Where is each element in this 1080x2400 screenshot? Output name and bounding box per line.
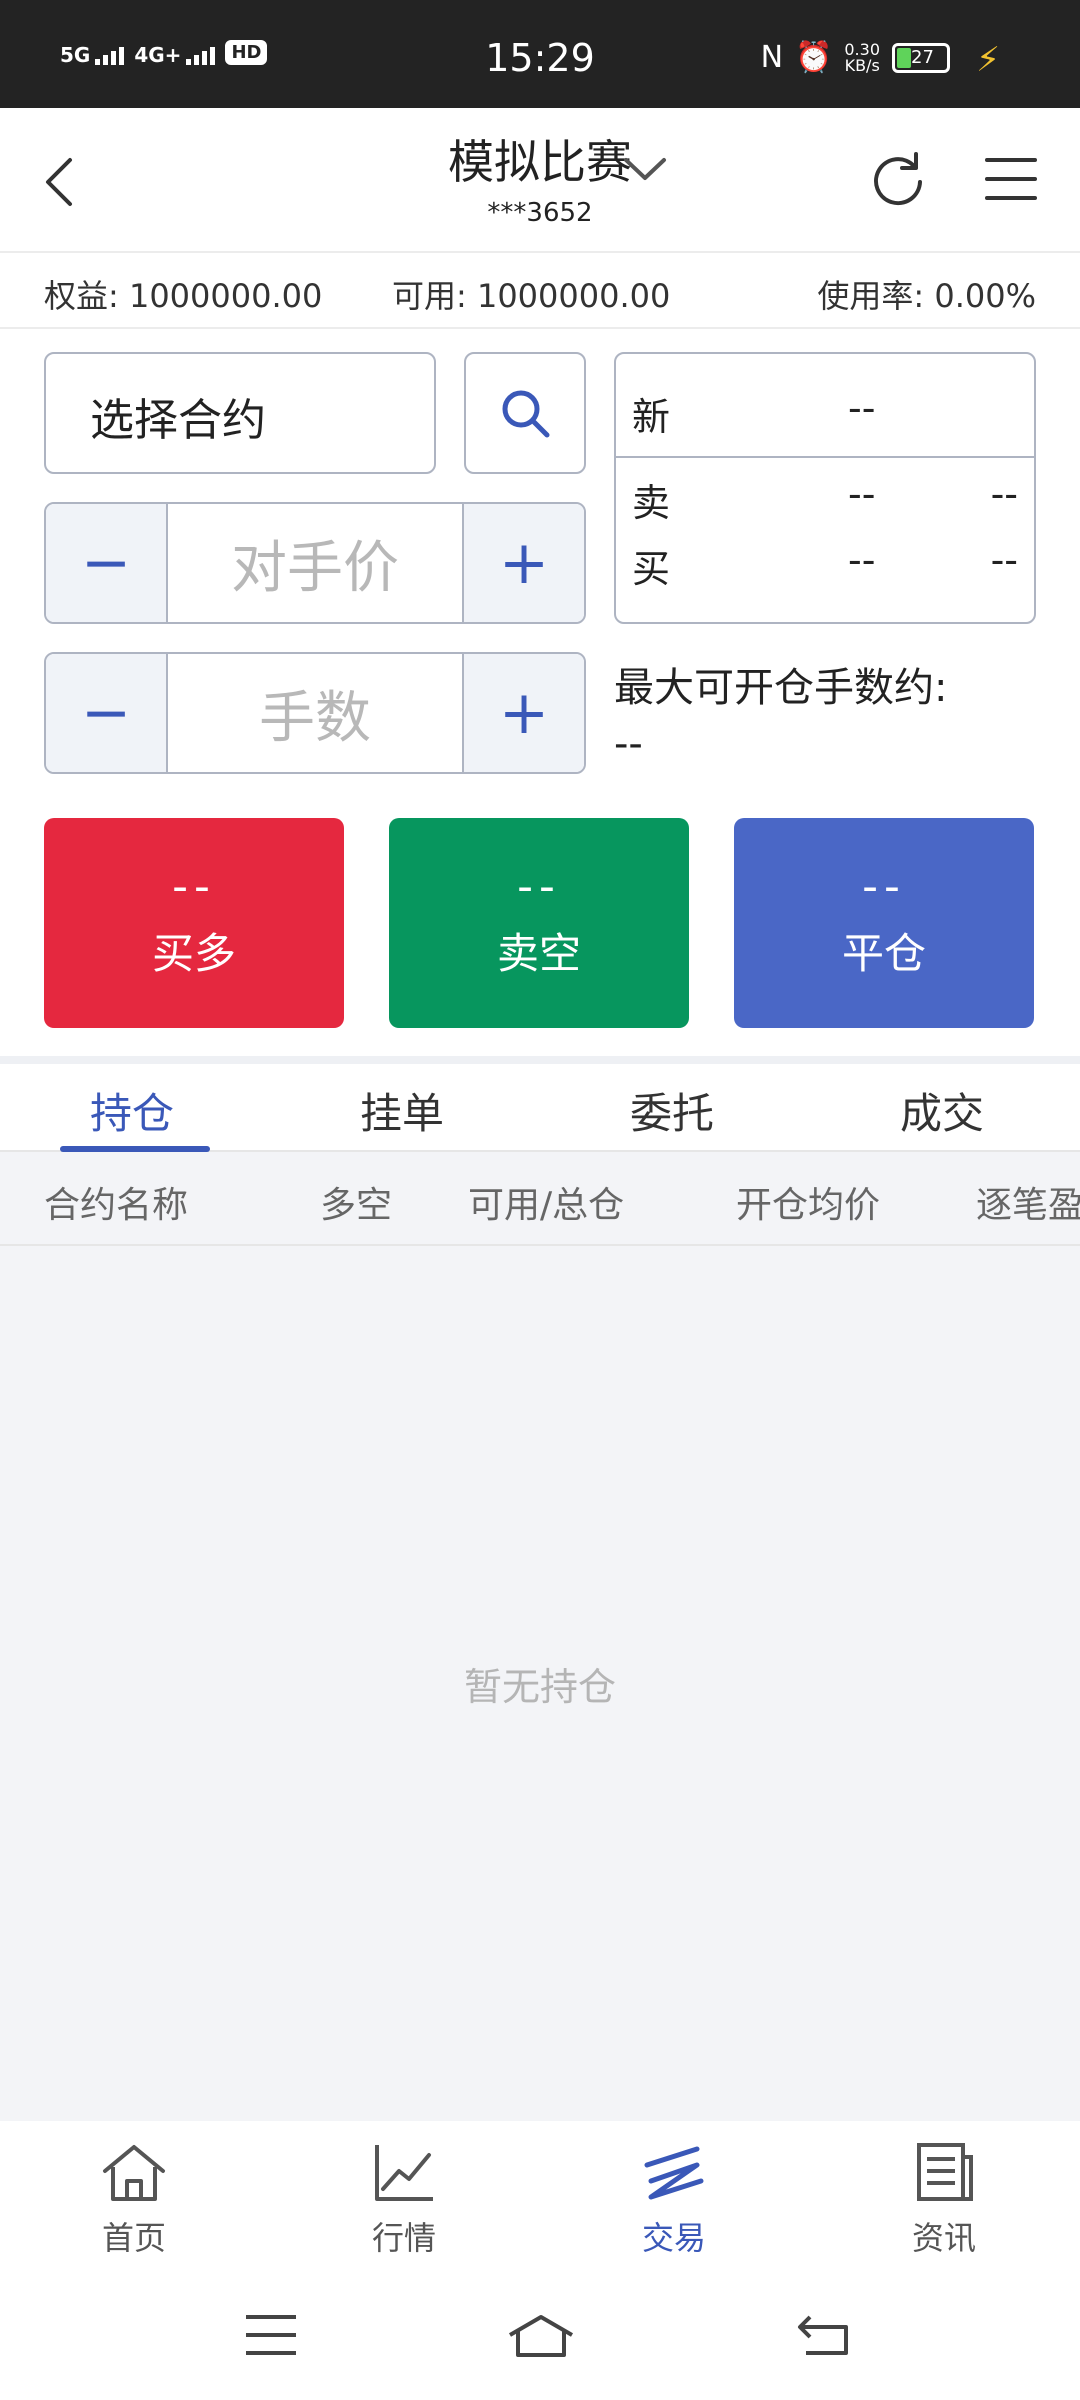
- quote-sell-price: --: [848, 472, 876, 516]
- system-navigation-bar: [0, 2283, 1080, 2400]
- account-summary: 权益: 1000000.00 可用: 1000000.00 使用率: 0.00%: [0, 253, 1080, 329]
- quantity-decrease-button[interactable]: −: [46, 654, 166, 772]
- trade-icon: [644, 2146, 704, 2200]
- status-right: N ⏰ 0.30 KB/s 27: [761, 40, 950, 75]
- search-button[interactable]: [464, 352, 586, 474]
- refresh-icon[interactable]: [870, 148, 926, 208]
- back-system-icon[interactable]: [796, 2313, 850, 2357]
- nav-trade[interactable]: 交易: [574, 2141, 774, 2259]
- app-header: 模拟比赛 ***3652: [0, 108, 1080, 253]
- status-bar: 5G 4G+ HD 15:29 N ⏰ 0.30 KB/s 27 ⚡: [0, 0, 1080, 108]
- speed-unit: KB/s: [844, 55, 880, 75]
- network-speed: 0.30 KB/s: [844, 41, 880, 75]
- record-tabs: 持仓 挂单 委托 成交: [0, 1064, 1080, 1152]
- quote-panel: 新 -- 卖 -- -- 买 -- --: [614, 352, 1036, 624]
- home-icon: [103, 2145, 165, 2201]
- max-open-info: 最大可开仓手数约: --: [614, 660, 1054, 772]
- nav-news-label: 资讯: [911, 2219, 976, 2257]
- sell-short-price: --: [517, 861, 561, 912]
- bottom-navigation: 首页 行情 交易 资讯: [0, 2121, 1080, 2283]
- quote-sell-label: 卖: [632, 481, 671, 525]
- buy-long-label: 买多: [151, 929, 236, 978]
- page-title[interactable]: 模拟比赛: [448, 135, 632, 189]
- available-text: 可用: 1000000.00: [392, 277, 671, 315]
- max-open-label: 最大可开仓手数约:: [614, 665, 948, 711]
- news-icon: [917, 2143, 973, 2201]
- quote-new-value: --: [848, 386, 876, 430]
- tab-positions[interactable]: 持仓: [90, 1080, 174, 1141]
- max-open-value: --: [614, 721, 643, 767]
- nav-market-label: 行情: [371, 2219, 436, 2257]
- price-increase-button[interactable]: +: [464, 504, 584, 622]
- price-stepper: − 对手价 +: [44, 502, 586, 624]
- quantity-increase-button[interactable]: +: [464, 654, 584, 772]
- quote-new-label: 新: [632, 395, 671, 439]
- buy-long-price: --: [172, 861, 216, 912]
- nav-market[interactable]: 行情: [304, 2141, 504, 2259]
- sell-short-button[interactable]: -- 卖空: [389, 818, 689, 1028]
- nav-home[interactable]: 首页: [34, 2141, 234, 2259]
- chart-icon: [375, 2145, 433, 2201]
- empty-state-text: 暂无持仓: [463, 1665, 616, 1709]
- table-header: 合约名称 多空 可用/总仓 开仓均价 逐笔盈: [0, 1152, 1080, 1246]
- tab-orders[interactable]: 委托: [630, 1080, 714, 1141]
- close-position-label: 平仓: [841, 929, 926, 978]
- column-open-avg-price: 开仓均价: [736, 1185, 881, 1226]
- battery-icon: 27: [892, 42, 950, 73]
- nav-trade-label: 交易: [641, 2219, 706, 2257]
- nav-news[interactable]: 资讯: [844, 2141, 1044, 2259]
- price-decrease-button[interactable]: −: [46, 504, 166, 622]
- quote-buy-label: 买: [632, 547, 671, 591]
- search-icon: [502, 390, 550, 438]
- equity-text: 权益: 1000000.00: [44, 277, 323, 315]
- home-system-icon[interactable]: [506, 2313, 576, 2357]
- column-available-total: 可用/总仓: [468, 1185, 625, 1226]
- quote-sell-volume: --: [990, 472, 1018, 516]
- alarm-icon: ⏰: [795, 40, 833, 75]
- close-position-button[interactable]: -- 平仓: [734, 818, 1034, 1028]
- nfc-icon: N: [760, 40, 784, 75]
- sell-short-label: 卖空: [496, 929, 581, 978]
- tab-pending-orders[interactable]: 挂单: [360, 1080, 444, 1141]
- tab-trades[interactable]: 成交: [900, 1080, 984, 1141]
- column-contract-name: 合约名称: [44, 1185, 189, 1226]
- close-position-price: --: [862, 861, 906, 912]
- quantity-stepper: − 手数 +: [44, 652, 586, 774]
- usage-text: 使用率: 0.00%: [817, 277, 1036, 315]
- recent-apps-icon[interactable]: [244, 2313, 298, 2357]
- nav-home-label: 首页: [101, 2219, 166, 2257]
- column-trade-pnl: 逐笔盈: [976, 1185, 1080, 1226]
- quote-buy-volume: --: [990, 538, 1018, 582]
- column-direction: 多空: [320, 1185, 393, 1226]
- charging-icon: ⚡: [976, 40, 1000, 80]
- chevron-down-icon[interactable]: [620, 148, 670, 188]
- battery-level: 27: [911, 47, 934, 68]
- menu-icon[interactable]: [985, 156, 1037, 202]
- price-input[interactable]: 对手价: [166, 504, 464, 622]
- quote-buy-price: --: [848, 538, 876, 582]
- buy-long-button[interactable]: -- 买多: [44, 818, 344, 1028]
- positions-list[interactable]: 暂无持仓: [0, 1246, 1080, 2121]
- section-divider: [0, 1056, 1080, 1064]
- quantity-input[interactable]: 手数: [166, 654, 464, 772]
- contract-selector[interactable]: 选择合约: [44, 352, 436, 474]
